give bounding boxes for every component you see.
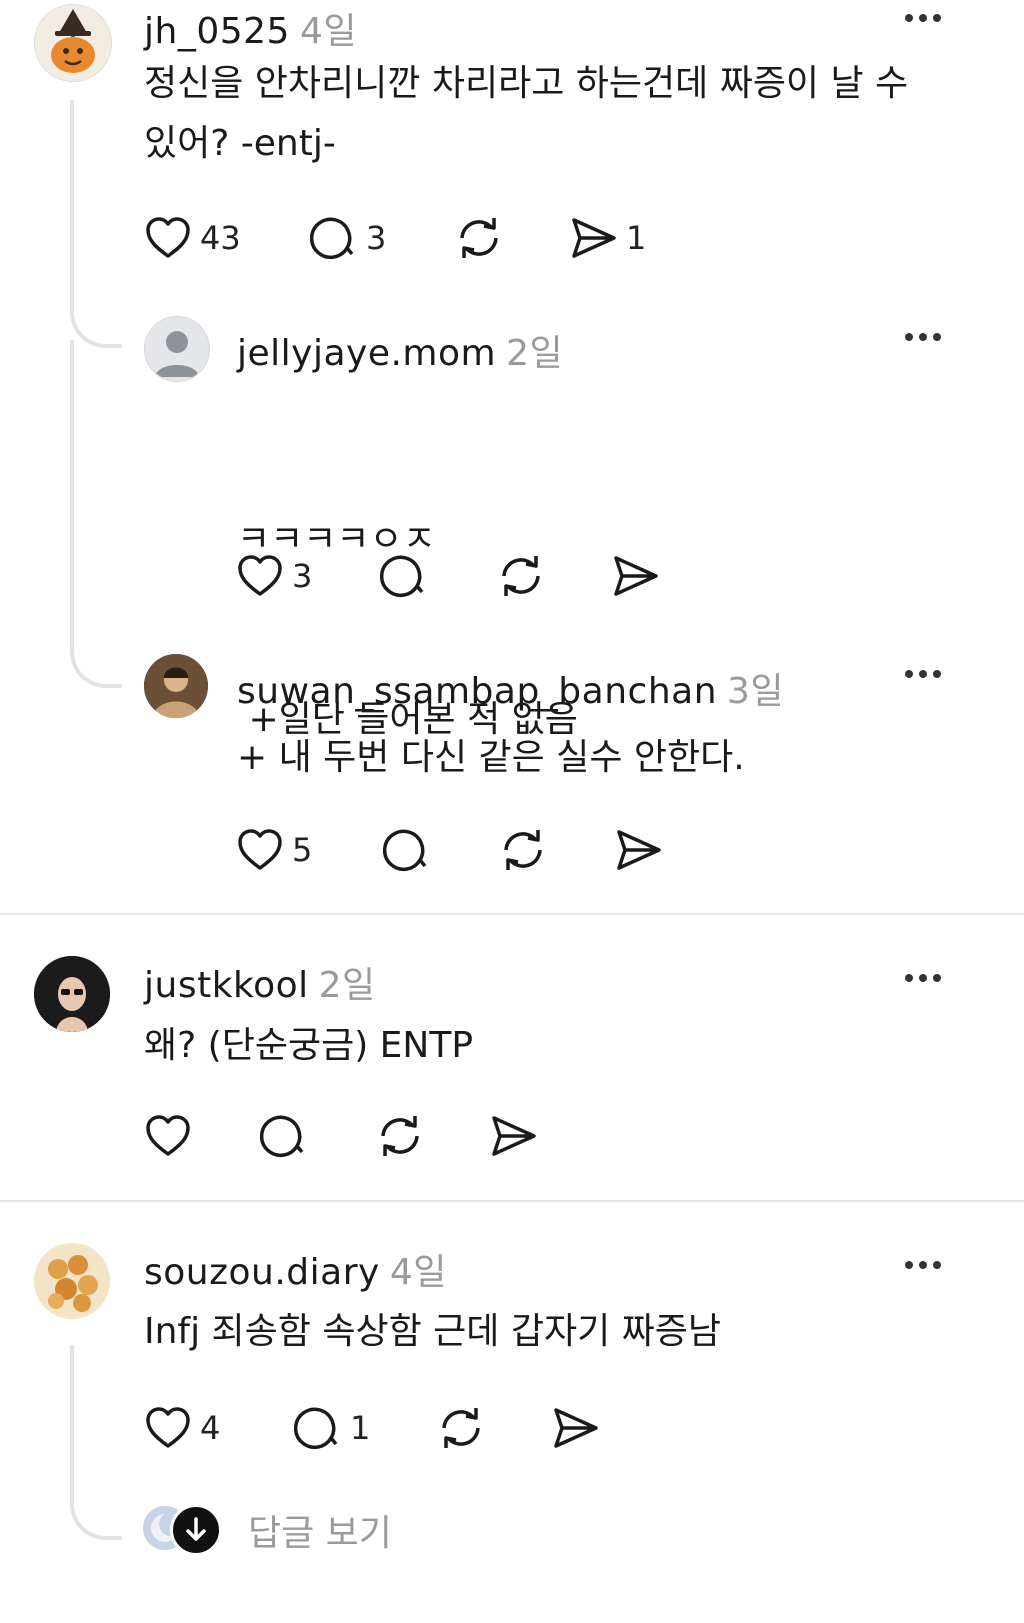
thread-connector xyxy=(70,1490,122,1540)
divider xyxy=(0,1200,1024,1202)
username[interactable]: jellyjaye.mom xyxy=(237,333,496,374)
repost-arrows-icon xyxy=(504,830,542,870)
profile-photo-image xyxy=(144,654,208,718)
more-dots-icon[interactable] xyxy=(905,333,941,341)
arrow-down-icon xyxy=(186,1517,206,1541)
send-arrow-icon xyxy=(614,556,658,596)
heart-icon xyxy=(238,555,282,596)
comment-line: Infj 죄송함 속상함 근데 갑자기 짜증남 xyxy=(144,1311,722,1352)
share-button[interactable] xyxy=(552,1404,600,1452)
comment-header: jellyjaye.mom 2일 xyxy=(237,324,563,376)
like-count: 3 xyxy=(292,557,313,595)
avatar[interactable] xyxy=(34,4,112,82)
share-count: 1 xyxy=(626,219,647,257)
like-count: 5 xyxy=(292,831,313,869)
repost-arrows-icon xyxy=(442,1408,480,1448)
avatar[interactable] xyxy=(34,956,110,1032)
repost-button[interactable] xyxy=(498,826,548,874)
more-dots-icon[interactable] xyxy=(905,974,941,982)
like-button[interactable]: 4 xyxy=(144,1404,220,1452)
comment-bubble-icon xyxy=(260,1115,304,1158)
comment-bubble-icon xyxy=(310,217,354,260)
comment-text: Infj 죄송함 속상함 근데 갑자기 짜증남 xyxy=(144,1302,721,1362)
timestamp: 2일 xyxy=(318,965,376,1006)
heart-icon xyxy=(146,1115,190,1156)
username[interactable]: justkkool xyxy=(144,965,309,1006)
thread-line xyxy=(70,100,74,310)
share-button[interactable] xyxy=(615,826,663,874)
like-button[interactable]: 3 xyxy=(236,552,312,600)
repost-button[interactable] xyxy=(375,1112,425,1160)
repost-button[interactable] xyxy=(496,552,546,600)
reply-count: 3 xyxy=(366,219,387,257)
default-user-icon xyxy=(155,331,199,377)
comment-line: 왜? (단순궁금) ENTP xyxy=(144,1025,474,1066)
username[interactable]: jh_0525 xyxy=(144,11,290,52)
expand-replies-button[interactable] xyxy=(170,1504,222,1556)
like-button[interactable]: 5 xyxy=(236,826,312,874)
heart-icon xyxy=(146,1407,190,1448)
profile-photo-image xyxy=(34,956,110,1032)
send-arrow-icon xyxy=(492,1116,536,1156)
comment-header: jh_0525 4일 xyxy=(144,2,357,54)
more-dots-icon[interactable] xyxy=(905,14,941,22)
comment-text: + 내 두번 다신 같은 실수 안한다. xyxy=(237,728,745,788)
reply-button[interactable] xyxy=(380,552,428,600)
comment-line: + 내 두번 다신 같은 실수 안한다. xyxy=(237,737,745,778)
like-button[interactable] xyxy=(144,1112,192,1160)
avatar[interactable] xyxy=(34,1243,110,1319)
send-arrow-icon xyxy=(554,1408,598,1448)
share-button[interactable] xyxy=(612,552,660,600)
share-button[interactable]: 1 xyxy=(570,214,646,262)
comment-bubble-icon xyxy=(380,555,424,598)
reply-button[interactable]: 3 xyxy=(310,214,386,262)
like-button[interactable]: 43 xyxy=(144,214,241,262)
repost-arrows-icon xyxy=(381,1116,419,1156)
thread-connector xyxy=(70,300,122,348)
heart-icon xyxy=(238,829,282,870)
comment-line: 있어? -entj- xyxy=(144,123,336,164)
repost-button[interactable] xyxy=(436,1404,486,1452)
thread-line xyxy=(70,340,74,640)
repost-button[interactable] xyxy=(454,214,504,262)
username[interactable]: suwan_ssambap_banchan xyxy=(237,671,717,712)
username[interactable]: souzou.diary xyxy=(144,1252,380,1293)
comment-bubble-icon xyxy=(294,1407,338,1450)
reply-count: 1 xyxy=(350,1409,371,1447)
reply-button[interactable]: 1 xyxy=(294,1404,370,1452)
food-avatar-image xyxy=(34,1243,110,1319)
timestamp: 4일 xyxy=(299,11,357,52)
share-button[interactable] xyxy=(490,1112,538,1160)
comment-header: justkkool 2일 xyxy=(144,956,376,1008)
comment-line: 정신을 안차리니깐 차리라고 하는건데 짜증이 날 수 xyxy=(144,63,909,104)
send-arrow-icon xyxy=(572,218,616,258)
thread-connector xyxy=(70,630,122,688)
timestamp: 4일 xyxy=(389,1252,447,1293)
comment-bubble-icon xyxy=(383,829,427,872)
comment-text: 정신을 안차리니깐 차리라고 하는건데 짜증이 날 수 있어? -entj- xyxy=(144,54,908,174)
divider xyxy=(0,913,1024,915)
like-count: 43 xyxy=(200,219,241,257)
repost-arrows-icon xyxy=(502,556,540,596)
more-dots-icon[interactable] xyxy=(905,670,941,678)
reply-button[interactable] xyxy=(260,1112,308,1160)
comment-text: 왜? (단순궁금) ENTP xyxy=(144,1016,473,1076)
comment-header: suwan_ssambap_banchan 3일 xyxy=(237,662,784,714)
view-replies-link[interactable]: 답글 보기 xyxy=(248,1504,392,1556)
heart-icon xyxy=(146,217,190,258)
repost-arrows-icon xyxy=(460,218,498,258)
thread-line xyxy=(70,1345,74,1495)
more-dots-icon[interactable] xyxy=(905,1261,941,1269)
avatar[interactable] xyxy=(144,654,208,718)
timestamp: 3일 xyxy=(727,671,785,712)
reply-button[interactable] xyxy=(383,826,431,874)
timestamp: 2일 xyxy=(506,333,564,374)
comment-header: souzou.diary 4일 xyxy=(144,1243,447,1295)
pumpkin-avatar-image xyxy=(51,9,95,73)
send-arrow-icon xyxy=(617,830,661,870)
like-count: 4 xyxy=(200,1409,221,1447)
avatar[interactable] xyxy=(144,316,210,382)
